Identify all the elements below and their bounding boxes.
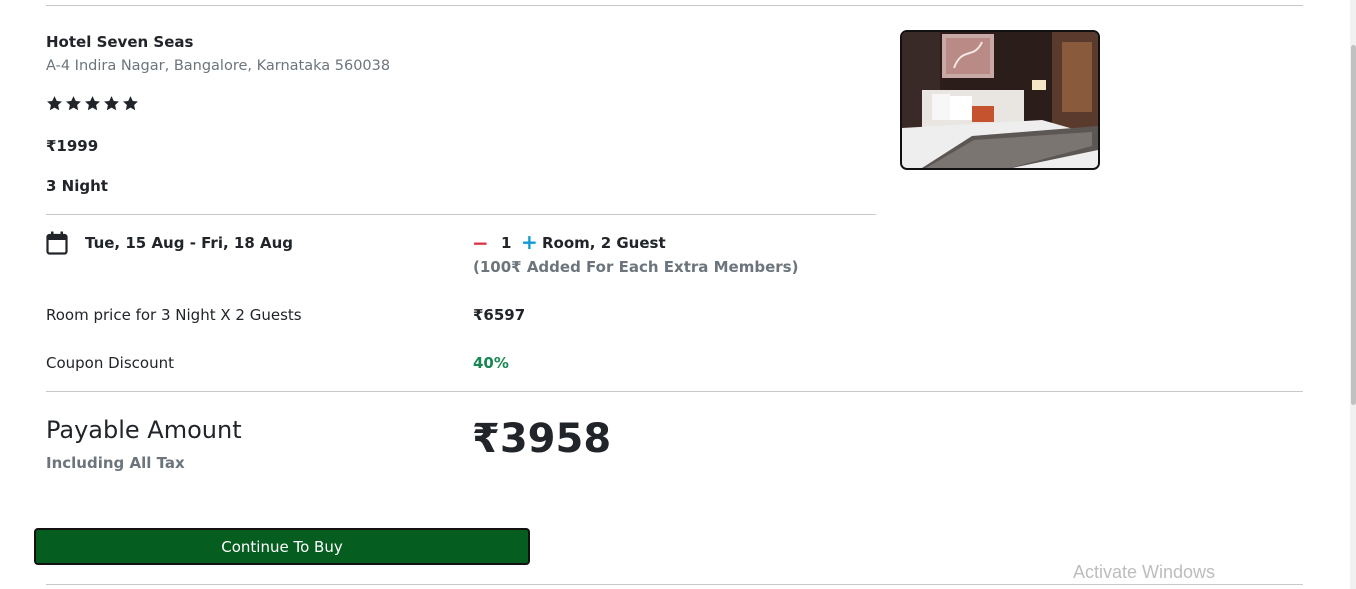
star-icon xyxy=(85,96,100,111)
payable-divider xyxy=(46,391,1303,392)
bottom-divider xyxy=(46,584,1303,585)
hotel-room-image xyxy=(900,30,1100,170)
calendar-icon[interactable] xyxy=(46,231,68,259)
payable-amount-value: ₹3958 xyxy=(472,416,612,462)
room-price-value: ₹6597 xyxy=(473,306,526,324)
coupon-discount-value: 40% xyxy=(473,354,509,372)
payable-amount-subtitle: Including All Tax xyxy=(46,454,185,472)
continue-to-buy-button[interactable]: Continue To Buy xyxy=(34,528,530,565)
hotel-name: Hotel Seven Seas xyxy=(46,33,194,51)
star-icon xyxy=(47,96,62,111)
page-scrollbar-thumb[interactable] xyxy=(1351,45,1356,405)
room-guest-summary: Room, 2 Guest xyxy=(542,234,666,252)
stay-dates[interactable]: Tue, 15 Aug - Fri, 18 Aug xyxy=(85,234,293,252)
top-divider xyxy=(46,5,1303,6)
star-icon xyxy=(123,96,138,111)
hotel-price: ₹1999 xyxy=(46,137,99,155)
star-icon xyxy=(66,96,81,111)
star-rating xyxy=(46,95,139,112)
room-price-label: Room price for 3 Night X 2 Guests xyxy=(46,306,302,324)
hotel-address: A-4 Indira Nagar, Bangalore, Karnataka 5… xyxy=(46,58,391,74)
star-icon xyxy=(104,96,119,111)
decrease-rooms-button[interactable]: − xyxy=(472,233,489,253)
coupon-discount-label: Coupon Discount xyxy=(46,354,174,372)
payable-amount-label: Payable Amount xyxy=(46,416,242,444)
activate-windows-watermark: Activate Windows xyxy=(1073,562,1216,582)
section-divider xyxy=(46,214,876,215)
increase-rooms-button[interactable]: + xyxy=(521,232,538,252)
extra-member-note: (100₹ Added For Each Extra Members) xyxy=(473,258,799,276)
rooms-count: 1 xyxy=(501,234,512,252)
nights-count: 3 Night xyxy=(46,177,108,195)
